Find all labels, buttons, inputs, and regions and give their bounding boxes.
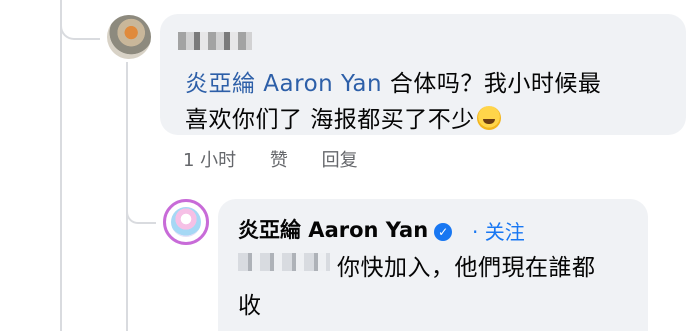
- redacted-author-name: [178, 32, 252, 50]
- reply-author-name-text: 炎亞綸 Aaron Yan: [238, 218, 429, 242]
- commenter-avatar[interactable]: [107, 15, 151, 59]
- avatar-image: [171, 207, 201, 237]
- follow-button[interactable]: · 关注: [472, 216, 525, 245]
- thread-branch-top: [60, 18, 100, 40]
- reply-author-name[interactable]: 炎亞綸 Aaron Yan ✓: [238, 214, 453, 244]
- comment-text-line1: 炎亞綸 Aaron Yan 合体吗？我小时候最: [185, 64, 601, 98]
- reply-text-line2-content: 收: [238, 293, 262, 319]
- comment-timestamp[interactable]: 1 小时: [183, 146, 236, 172]
- reply-text-line2: 收: [238, 286, 262, 320]
- mention-link[interactable]: 炎亞綸 Aaron Yan: [185, 71, 382, 97]
- reply-button[interactable]: 回复: [322, 146, 358, 172]
- laughing-emoji-icon: [476, 106, 501, 130]
- thread-line-reply: [126, 62, 128, 331]
- thread-line-left: [60, 0, 62, 331]
- reply-author-avatar[interactable]: [163, 199, 209, 245]
- reply-text-line1-content: 你快加入，他們現在誰都: [337, 255, 596, 281]
- verified-badge-icon: ✓: [434, 223, 453, 241]
- comment-text-line2-content: 喜欢你们了 海报都买了不少: [185, 107, 475, 133]
- comment-text-line2: 喜欢你们了 海报都买了不少: [185, 100, 501, 134]
- reply-text-line1: 你快加入，他們現在誰都: [337, 248, 596, 282]
- comment-text-line1-rest: 合体吗？我小时候最: [382, 71, 602, 97]
- redacted-mention: [238, 253, 330, 271]
- thread-branch: [126, 212, 156, 224]
- like-button[interactable]: 赞: [270, 146, 288, 172]
- comment-actions: 1 小时 赞 回复: [183, 146, 386, 172]
